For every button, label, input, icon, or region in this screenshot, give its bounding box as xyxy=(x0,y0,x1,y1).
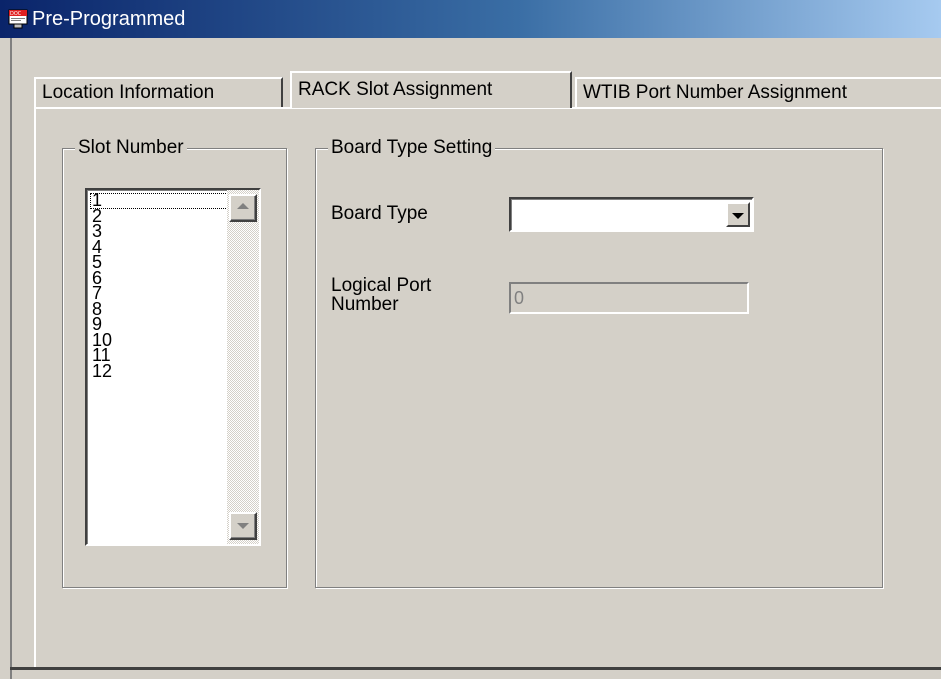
scroll-up-button[interactable] xyxy=(229,194,257,222)
slot-number-listbox[interactable]: 1 2 3 4 5 6 7 8 9 10 11 12 xyxy=(85,188,261,546)
dropdown-button[interactable] xyxy=(726,202,750,227)
board-type-dropdown[interactable] xyxy=(509,197,754,232)
window-bottom-edge xyxy=(10,667,941,670)
title-bar: DOC Pre-Programmed xyxy=(0,0,941,38)
list-item[interactable]: 8 xyxy=(90,300,228,317)
arrow-down-icon xyxy=(237,523,249,529)
slot-list: 1 2 3 4 5 6 7 8 9 10 11 12 xyxy=(90,191,228,379)
logical-port-number-field[interactable] xyxy=(509,282,749,314)
tab-location-information[interactable]: Location Information xyxy=(34,77,283,107)
tab-rack-slot-assignment[interactable]: RACK Slot Assignment xyxy=(290,71,572,108)
list-item[interactable]: 12 xyxy=(90,362,228,379)
board-type-setting-group-title: Board Type Setting xyxy=(328,137,496,159)
slot-number-group-title: Slot Number xyxy=(75,137,187,159)
list-item[interactable]: 4 xyxy=(90,238,228,255)
tab-strip: Location Information RACK Slot Assignmen… xyxy=(34,71,941,108)
arrow-up-icon xyxy=(237,203,249,209)
list-item[interactable]: 5 xyxy=(90,253,228,270)
window-title: Pre-Programmed xyxy=(32,8,186,30)
logical-port-number-label: Logical Port Number xyxy=(331,275,432,315)
list-item[interactable]: 10 xyxy=(90,331,228,348)
tab-wtib-port-number-assignment[interactable]: WTIB Port Number Assignment xyxy=(575,77,941,107)
board-type-label: Board Type xyxy=(331,203,428,224)
tab-label: WTIB Port Number Assignment xyxy=(583,82,847,103)
list-item[interactable]: 2 xyxy=(90,207,228,224)
list-item[interactable]: 3 xyxy=(90,222,228,239)
list-item[interactable]: 1 xyxy=(90,191,228,209)
svg-text:DOC: DOC xyxy=(10,11,22,17)
tab-label: Location Information xyxy=(42,82,215,103)
chevron-down-icon xyxy=(732,213,744,219)
doc-app-icon: DOC xyxy=(8,9,28,29)
list-item[interactable]: 7 xyxy=(90,284,228,301)
list-scrollbar[interactable] xyxy=(227,190,259,544)
tab-label: RACK Slot Assignment xyxy=(298,79,493,100)
scroll-down-button[interactable] xyxy=(229,512,257,540)
list-item[interactable]: 6 xyxy=(90,269,228,286)
